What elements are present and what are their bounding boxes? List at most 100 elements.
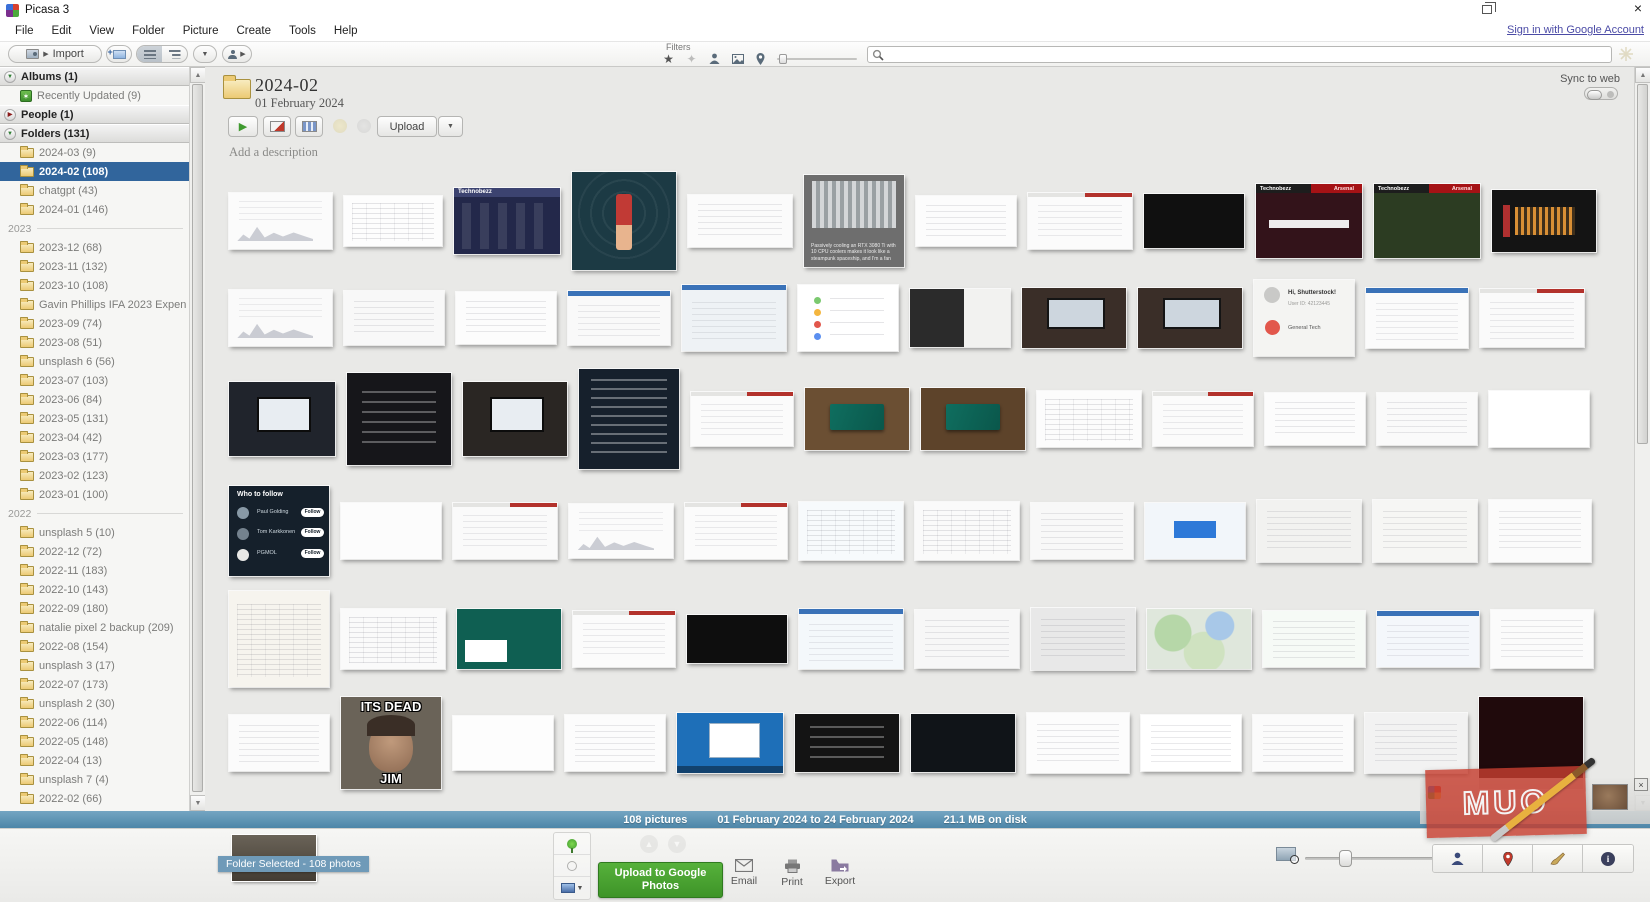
tray-down-icon[interactable]: ▼: [668, 835, 686, 853]
photo-thumbnail[interactable]: [344, 196, 442, 246]
photo-thumbnail[interactable]: [453, 716, 553, 770]
photo-thumbnail[interactable]: [229, 290, 332, 346]
show-places-button[interactable]: [1483, 845, 1533, 872]
menu-view[interactable]: View: [80, 22, 123, 40]
sidebar-folder-2022-04-13-[interactable]: 2022-04 (13): [0, 751, 189, 770]
photo-thumbnail[interactable]: [691, 392, 793, 446]
photo-thumbnail[interactable]: [579, 369, 679, 469]
photo-thumbnail[interactable]: [1144, 194, 1244, 248]
movie-presentation-button[interactable]: [263, 116, 291, 137]
photo-thumbnail[interactable]: [1263, 611, 1365, 667]
photo-thumbnail[interactable]: [1027, 713, 1129, 773]
photo-thumbnail[interactable]: [1373, 500, 1477, 562]
filter-faces-icon[interactable]: [708, 52, 721, 65]
photo-thumbnail[interactable]: [229, 591, 329, 687]
sidebar-folder-unsplash-7-4-[interactable]: unsplash 7 (4): [0, 770, 189, 789]
photo-thumbnail[interactable]: Passively cooling an RTX 3080 Ti with 10…: [804, 175, 904, 267]
sidebar-folder-2024-01-146-[interactable]: 2024-01 (146): [0, 200, 189, 219]
photo-thumbnail[interactable]: [569, 504, 673, 558]
show-tags-button[interactable]: [1533, 845, 1583, 872]
photo-thumbnail[interactable]: [795, 714, 899, 772]
photo-thumbnail[interactable]: Hi, Shutterstock!User ID: 42123445Genera…: [1254, 280, 1354, 356]
photo-thumbnail[interactable]: [573, 611, 675, 667]
sidebar-folder-2023-01-100-[interactable]: 2023-01 (100): [0, 485, 189, 504]
sidebar-folder-2022-05-148-[interactable]: 2022-05 (148): [0, 732, 189, 751]
photo-thumbnail[interactable]: [229, 193, 332, 249]
photo-thumbnail[interactable]: [463, 382, 567, 456]
collage-button[interactable]: [295, 116, 323, 137]
content-scrollbar[interactable]: ▲ ▼: [1634, 67, 1650, 811]
photo-thumbnail[interactable]: [1377, 393, 1477, 445]
slideshow-play-button[interactable]: ▶: [228, 116, 258, 137]
sidebar-folder-recently-updated-9-[interactable]: ✶Recently Updated (9): [0, 86, 189, 105]
photo-thumbnail[interactable]: [1253, 715, 1353, 771]
scroll-down-icon[interactable]: ▼: [190, 795, 206, 811]
photo-thumbnail[interactable]: [565, 715, 665, 771]
photo-thumbnail[interactable]: [1028, 193, 1132, 249]
expand-icon[interactable]: ▶: [4, 109, 16, 121]
tree-section-folders[interactable]: ▼Folders (131): [0, 124, 189, 143]
photo-thumbnail[interactable]: [916, 196, 1016, 246]
sidebar-folder-2023-06-84-[interactable]: 2023-06 (84): [0, 390, 189, 409]
photo-thumbnail[interactable]: [347, 373, 451, 465]
upload-dropdown-button[interactable]: ▼: [438, 116, 463, 137]
photo-thumbnail[interactable]: [677, 713, 783, 773]
photo-thumbnail[interactable]: [1141, 715, 1241, 771]
sidebar-folder-2023-05-131-[interactable]: 2023-05 (131): [0, 409, 189, 428]
photo-thumbnail[interactable]: [688, 195, 792, 247]
photo-thumbnail[interactable]: Technobezz: [454, 188, 560, 254]
photo-thumbnail[interactable]: [1491, 610, 1593, 668]
search-input[interactable]: [884, 48, 1611, 61]
sidebar-folder-unsplash-5-10-[interactable]: unsplash 5 (10): [0, 523, 189, 542]
photo-thumbnail[interactable]: [1147, 609, 1251, 669]
close-window-icon[interactable]: ×: [1634, 0, 1642, 16]
sort-dropdown-button[interactable]: ▼: [193, 45, 217, 63]
add-folder-button[interactable]: [106, 45, 132, 63]
slider-knob[interactable]: [1339, 850, 1352, 867]
photo-thumbnail[interactable]: [921, 388, 1025, 450]
photo-thumbnail[interactable]: [1365, 713, 1467, 773]
photo-thumbnail[interactable]: [805, 388, 909, 450]
menu-file[interactable]: File: [6, 22, 43, 40]
photo-thumbnail[interactable]: [1022, 288, 1126, 348]
filter-uploaded-icon[interactable]: ✦: [685, 52, 698, 65]
show-properties-button[interactable]: i: [1583, 845, 1633, 872]
photo-thumbnail[interactable]: [799, 502, 903, 560]
photo-thumbnail[interactable]: [685, 503, 787, 559]
export-button[interactable]: Export: [818, 859, 862, 887]
photo-thumbnail[interactable]: [1492, 190, 1596, 252]
photo-thumbnail[interactable]: [1480, 289, 1584, 347]
photo-thumbnail[interactable]: [457, 609, 561, 669]
sidebar-folder-2022-07-173-[interactable]: 2022-07 (173): [0, 675, 189, 694]
sidebar-folder-2022-06-114-[interactable]: 2022-06 (114): [0, 713, 189, 732]
photo-thumbnail[interactable]: [1145, 503, 1245, 559]
sidebar-folder-unsplash-3-17-[interactable]: unsplash 3 (17): [0, 656, 189, 675]
photo-thumbnail[interactable]: [341, 609, 445, 669]
sidebar-folder-2023-04-42-[interactable]: 2023-04 (42): [0, 428, 189, 447]
photo-thumbnail[interactable]: [1257, 500, 1361, 562]
signin-google-link[interactable]: Sign in with Google Account: [1507, 24, 1644, 36]
tray-photo-dropdown[interactable]: ▼: [554, 877, 590, 899]
tree-section-albums[interactable]: ▼Albums (1): [0, 67, 189, 86]
hold-selection-button[interactable]: [554, 833, 590, 855]
share-button[interactable]: ▶: [222, 45, 252, 63]
photo-thumbnail[interactable]: ITS DEADJIM: [341, 697, 441, 789]
collapse-icon[interactable]: ▼: [4, 71, 16, 83]
sidebar-folder-2022-02-66-[interactable]: 2022-02 (66): [0, 789, 189, 808]
filter-starred-icon[interactable]: ★: [662, 52, 675, 65]
photo-thumbnail[interactable]: [1138, 288, 1242, 348]
view-toggle-group[interactable]: [136, 45, 188, 63]
photo-thumbnail[interactable]: [1366, 288, 1468, 348]
photo-thumbnail[interactable]: [344, 291, 444, 345]
sidebar-folder-2023-10-108-[interactable]: 2023-10 (108): [0, 276, 189, 295]
photo-thumbnail[interactable]: [453, 503, 557, 559]
photo-thumbnail[interactable]: [1031, 608, 1135, 670]
upload-button[interactable]: Upload: [377, 116, 437, 137]
photo-thumbnail[interactable]: [911, 714, 1015, 772]
photo-thumbnail[interactable]: [915, 610, 1019, 668]
sidebar-folder-2023-12-68-[interactable]: 2023-12 (68): [0, 238, 189, 257]
scroll-up-icon[interactable]: ▲: [190, 67, 206, 83]
sidebar-folder-2023-08-51-[interactable]: 2023-08 (51): [0, 333, 189, 352]
detail-view-button[interactable]: [162, 46, 187, 62]
sidebar-folder-gavin-phillips-ifa-2023-expen[interactable]: Gavin Phillips IFA 2023 Expen: [0, 295, 189, 314]
